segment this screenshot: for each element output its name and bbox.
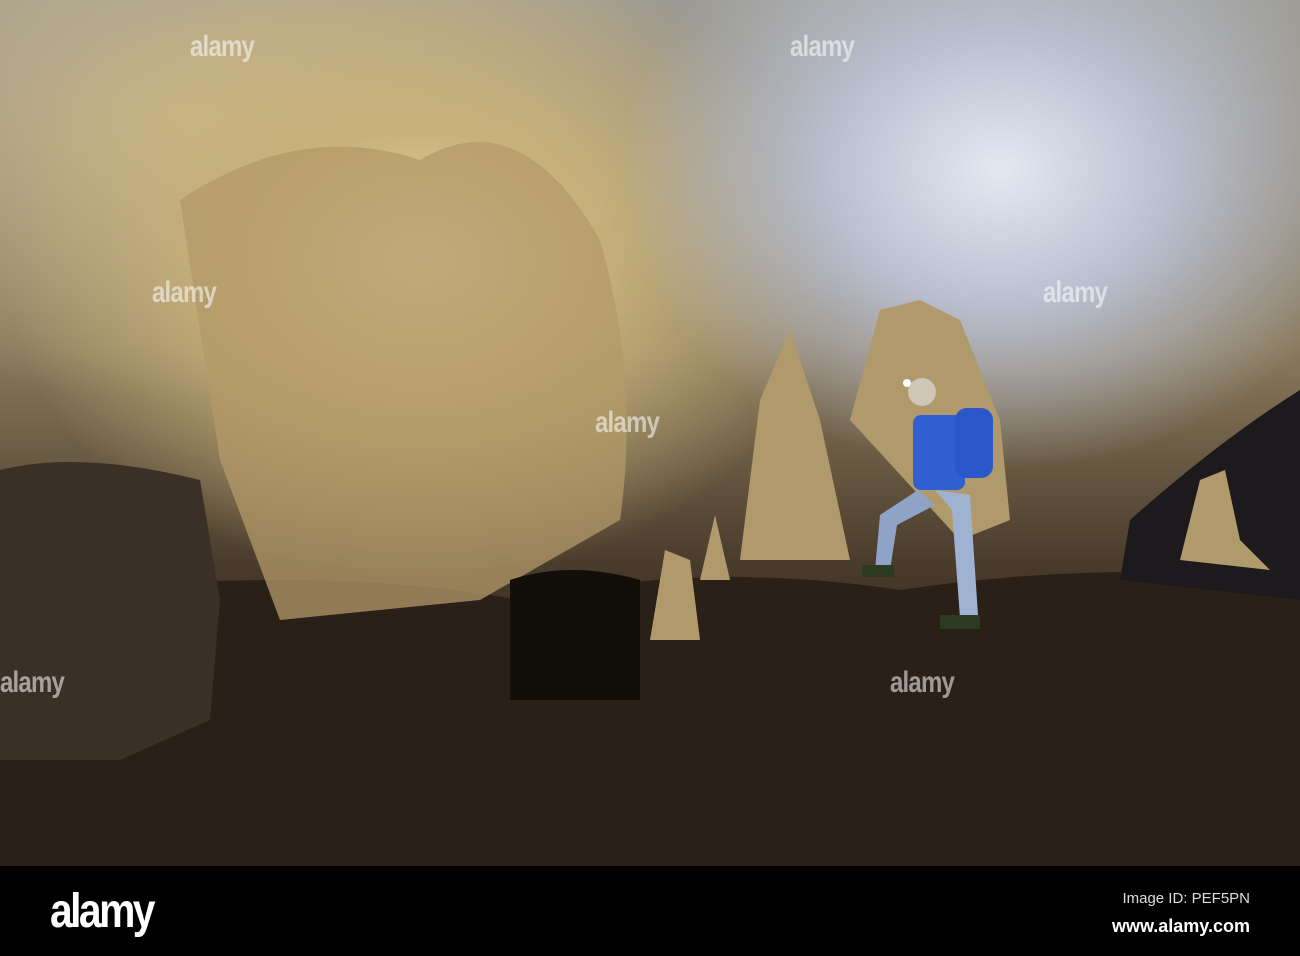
stock-photo: alamy alamy alamy alamy alamy alamy alam…: [0, 0, 1300, 956]
alamy-logo: alamy: [50, 885, 155, 938]
watermark: alamy: [1043, 276, 1108, 309]
left-rock: [0, 462, 220, 760]
footer-bar: alamy Image ID: PEF5PN www.alamy.com: [0, 866, 1300, 956]
dark-passage: [510, 570, 640, 700]
site-url: www.alamy.com: [1111, 916, 1250, 936]
flowstone: [180, 142, 627, 620]
image-id: Image ID: PEF5PN: [1122, 890, 1250, 907]
cave-photo: alamy alamy alamy alamy alamy alamy alam…: [0, 0, 1300, 866]
watermark: alamy: [0, 666, 65, 699]
watermark: alamy: [595, 406, 660, 439]
watermark: alamy: [790, 30, 855, 63]
watermark: alamy: [190, 30, 255, 63]
watermark: alamy: [152, 276, 217, 309]
watermark: alamy: [890, 666, 955, 699]
